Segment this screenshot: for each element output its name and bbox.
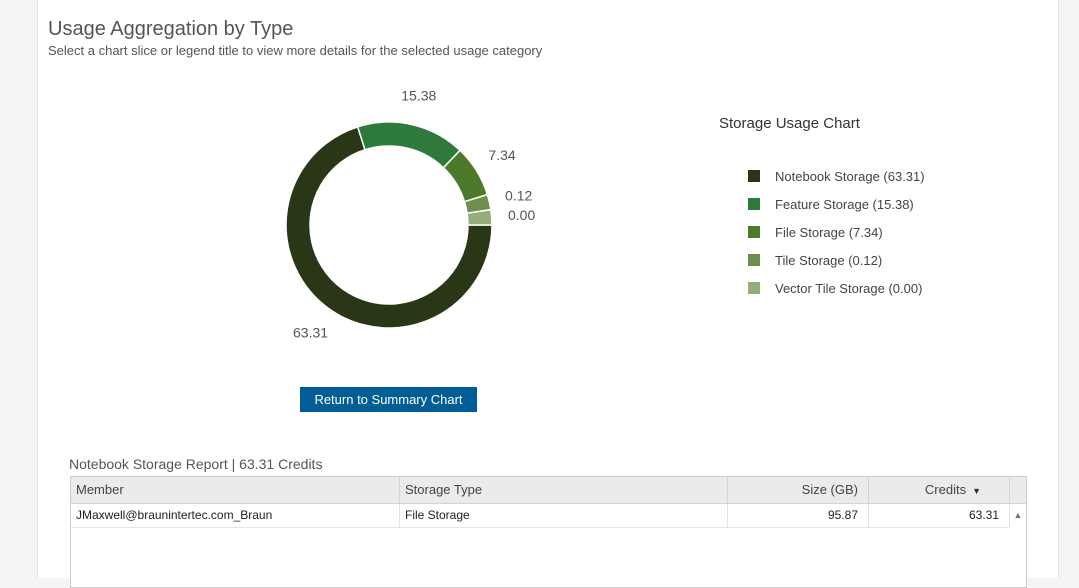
legend-item-label: Notebook Storage (63.31) — [775, 168, 925, 184]
cell-member: JMaxwell@braunintertec.com_Braun — [71, 504, 400, 527]
legend-item-label: File Storage (7.34) — [775, 224, 883, 240]
legend-item[interactable]: Feature Storage (15.38) — [748, 190, 925, 218]
slice-data-label: 15.38 — [401, 87, 436, 103]
legend-item[interactable]: Vector Tile Storage (0.00) — [748, 274, 925, 302]
cell-size: 95.87 — [728, 504, 869, 527]
cell-storage-type: File Storage — [400, 504, 728, 527]
chart-legend: Notebook Storage (63.31) Feature Storage … — [748, 162, 925, 302]
legend-item-label: Feature Storage (15.38) — [775, 196, 914, 212]
legend-item-label: Tile Storage (0.12) — [775, 252, 883, 268]
table-row[interactable]: JMaxwell@braunintertec.com_Braun File St… — [71, 504, 1010, 528]
legend-swatch-icon — [748, 170, 760, 182]
legend-title: Storage Usage Chart — [719, 115, 860, 132]
column-header-member[interactable]: Member — [71, 477, 400, 503]
legend-item[interactable]: Notebook Storage (63.31) — [748, 162, 925, 190]
scroll-up-arrow-icon[interactable]: ▲ — [1010, 504, 1026, 527]
column-header-size[interactable]: Size (GB) — [728, 477, 869, 503]
column-header-credits[interactable]: Credits ▼ — [869, 477, 1010, 503]
legend-item[interactable]: File Storage (7.34) — [748, 218, 925, 246]
slice-data-label: 7.34 — [488, 147, 515, 163]
return-to-summary-button[interactable]: Return to Summary Chart — [300, 387, 477, 412]
column-header-credits-label: Credits — [924, 482, 967, 497]
table-header: Member Storage Type Size (GB) Credits ▼ — [71, 477, 1026, 504]
slice-data-label: 0.00 — [508, 207, 535, 223]
legend-swatch-icon — [748, 226, 760, 238]
cell-credits: 63.31 — [869, 504, 1010, 527]
report-title: Notebook Storage Report | 63.31 Credits — [69, 456, 323, 472]
donut-slice[interactable] — [356, 121, 462, 169]
legend-item[interactable]: Tile Storage (0.12) — [748, 246, 925, 274]
legend-item-label: Vector Tile Storage (0.00) — [775, 280, 923, 296]
legend-swatch-icon — [748, 254, 760, 266]
sort-descending-icon: ▼ — [972, 486, 981, 496]
report-table: Member Storage Type Size (GB) Credits ▼ J… — [70, 476, 1027, 588]
column-header-storage-type[interactable]: Storage Type — [400, 477, 728, 503]
slice-data-label: 63.31 — [293, 324, 328, 340]
donut-slices — [285, 121, 493, 329]
legend-swatch-icon — [748, 282, 760, 294]
donut-slice[interactable] — [466, 208, 493, 226]
slice-data-label: 0.12 — [505, 187, 532, 203]
legend-swatch-icon — [748, 198, 760, 210]
